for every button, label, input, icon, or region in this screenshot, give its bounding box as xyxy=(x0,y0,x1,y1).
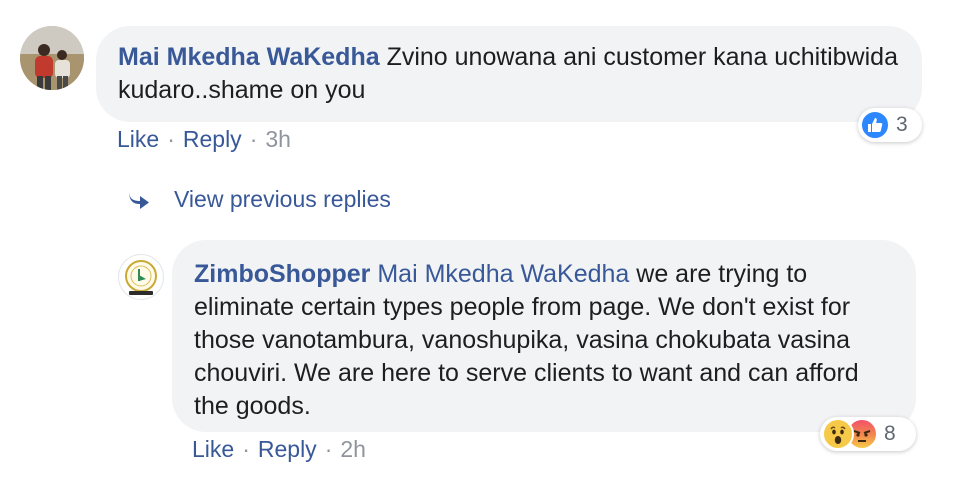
reaction-summary[interactable]: 3 xyxy=(858,108,922,142)
reply-button[interactable]: Reply xyxy=(258,436,317,462)
reaction-count: 3 xyxy=(896,113,908,136)
comment-bubble: Mai Mkedha WaKedha Zvino unowana ani cus… xyxy=(96,26,922,122)
comment-author[interactable]: Mai Mkedha WaKedha xyxy=(118,43,380,71)
view-previous-replies-link[interactable]: View previous replies xyxy=(126,184,391,214)
profile-photo xyxy=(20,26,84,90)
timestamp-link[interactable]: 2h xyxy=(340,436,366,462)
separator-dot: · xyxy=(242,436,250,462)
view-previous-replies-label: View previous replies xyxy=(174,186,391,212)
reply-arrow-icon xyxy=(129,190,149,209)
reply-actions: Like · Reply · 2h xyxy=(192,435,366,463)
separator-dot: · xyxy=(167,126,175,152)
separator-dot: · xyxy=(324,436,333,462)
comment-actions: Like · Reply · 3h xyxy=(117,125,291,153)
wow-icon xyxy=(822,418,854,450)
like-icon xyxy=(860,110,890,140)
reaction-count: 8 xyxy=(884,422,896,445)
reply-button[interactable]: Reply xyxy=(183,126,242,152)
reply-reaction-summary[interactable]: 8 xyxy=(820,417,916,451)
separator-dot: · xyxy=(249,126,258,152)
zimboshopper-logo xyxy=(125,260,157,295)
reply-bubble: ZimboShopper Mai Mkedha WaKedha we are t… xyxy=(172,240,916,432)
reply-author[interactable]: ZimboShopper xyxy=(194,260,370,288)
like-button[interactable]: Like xyxy=(192,436,234,462)
commenter-avatar[interactable] xyxy=(20,26,84,90)
mention-tag[interactable]: Mai Mkedha WaKedha xyxy=(377,260,629,288)
like-button[interactable]: Like xyxy=(117,126,159,152)
timestamp-link[interactable]: 3h xyxy=(265,126,291,152)
page-avatar[interactable] xyxy=(118,254,164,300)
